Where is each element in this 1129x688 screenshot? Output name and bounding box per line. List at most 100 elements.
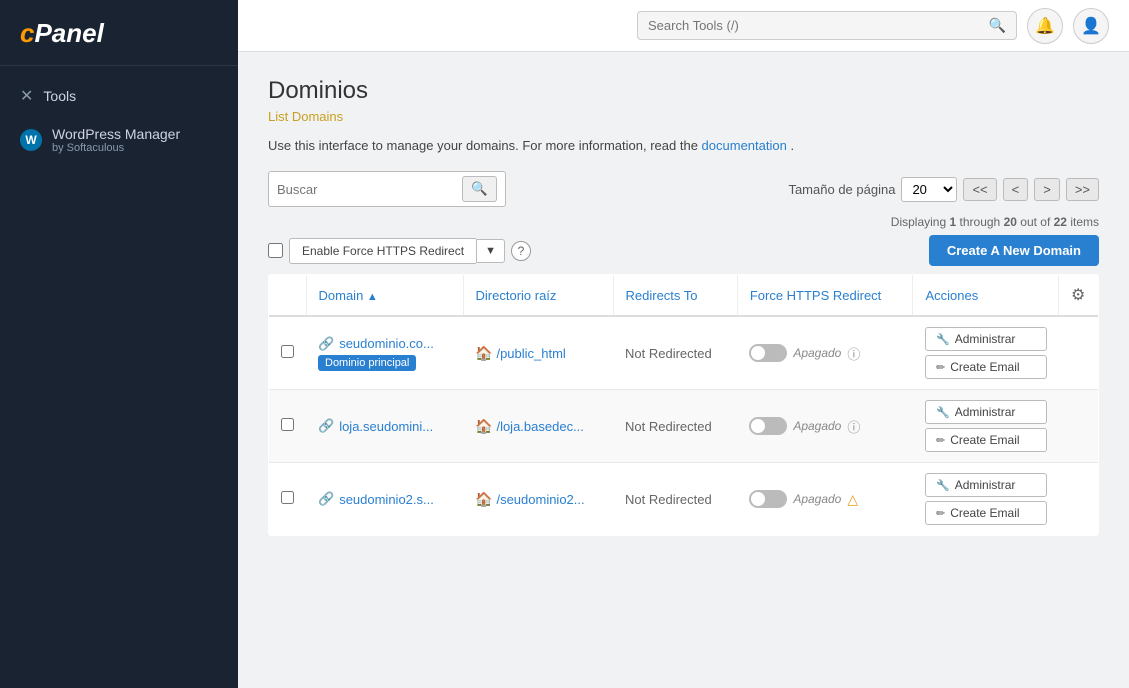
wrench-icon: 🔧 [936, 333, 950, 346]
row2-administrar-button[interactable]: 🔧 Administrar [925, 400, 1047, 424]
row1-create-email-button[interactable]: ✏ Create Email [925, 355, 1047, 379]
th-redirects: Redirects To [613, 275, 737, 317]
wordpress-label-block: WordPress Manager by Softaculous [52, 126, 180, 154]
nav-last-button[interactable]: >> [1066, 178, 1099, 201]
row1-checkbox-cell [269, 316, 307, 390]
th-domain-label: Domain [319, 288, 367, 303]
row1-info-icon[interactable]: ⓘ [847, 344, 860, 363]
table-row: 🔗 loja.seudomini... 🏠 /loja.basedec... N… [269, 390, 1099, 463]
row3-toggle-cell: Apagado △ [737, 463, 913, 536]
row1-redirects-text: Not Redirected [625, 346, 712, 361]
row3-toggle[interactable] [749, 490, 787, 508]
row2-domain-link[interactable]: 🔗 loja.seudomini... [318, 418, 451, 434]
row2-info-icon[interactable]: ⓘ [847, 417, 860, 436]
row3-domain-link[interactable]: 🔗 seudominio2.s... [318, 491, 451, 507]
row3-domain-text: seudominio2.s... [339, 492, 434, 507]
header: 🔍 🔔 👤 [238, 0, 1129, 52]
row2-redirects-text: Not Redirected [625, 419, 712, 434]
https-dropdown-button[interactable]: ▼ [476, 239, 505, 263]
row3-domain-cell: 🔗 seudominio2.s... [306, 463, 463, 536]
help-icon-button[interactable]: ? [511, 241, 531, 261]
action-bar-left: Enable Force HTTPS Redirect ▼ ? [268, 238, 531, 264]
enable-https-button[interactable]: Enable Force HTTPS Redirect [289, 238, 476, 264]
search-icon[interactable]: 🔍 [989, 17, 1006, 34]
action-bar: Enable Force HTTPS Redirect ▼ ? Create A… [268, 235, 1099, 266]
row1-toggle[interactable] [749, 344, 787, 362]
row2-gear-cell [1059, 390, 1099, 463]
domain-search-field[interactable]: 🔍 [268, 171, 506, 207]
row3-directory-link[interactable]: 🏠 /seudominio2... [475, 491, 601, 508]
domain-search-input[interactable] [277, 182, 457, 197]
row1-actions: 🔧 Administrar ✏ Create Email [925, 327, 1047, 379]
sort-arrow-icon: ▲ [367, 291, 378, 303]
display-range-end: 20 [1004, 215, 1017, 229]
description-text: Use this interface to manage your domain… [268, 138, 702, 153]
th-domain[interactable]: Domain ▲ [306, 275, 463, 317]
row1-administrar-label: Administrar [955, 332, 1016, 346]
bell-icon: 🔔 [1035, 16, 1055, 36]
display-total: 22 [1054, 215, 1067, 229]
row1-domain-text: seudominio.co... [339, 336, 434, 351]
nav-next-button[interactable]: > [1034, 178, 1060, 201]
documentation-link[interactable]: documentation [702, 138, 787, 153]
display-suffix: items [1070, 215, 1099, 229]
th-redirects-label: Redirects To [626, 288, 698, 303]
home-icon: 🏠 [475, 345, 492, 362]
row1-checkbox[interactable] [281, 345, 294, 358]
row1-gear-cell [1059, 316, 1099, 390]
breadcrumb[interactable]: List Domains [268, 109, 343, 124]
create-domain-button[interactable]: Create A New Domain [929, 235, 1099, 266]
external-link-icon: 🔗 [318, 491, 334, 507]
nav-prev-button[interactable]: < [1003, 178, 1029, 201]
row2-actions: 🔧 Administrar ✏ Create Email [925, 400, 1047, 452]
notifications-button[interactable]: 🔔 [1027, 8, 1063, 44]
row3-checkbox[interactable] [281, 491, 294, 504]
row1-domain-link[interactable]: 🔗 seudominio.co... [318, 336, 451, 352]
nav-first-button[interactable]: << [963, 178, 996, 201]
row2-create-email-button[interactable]: ✏ Create Email [925, 428, 1047, 452]
page-size-select[interactable]: 10 20 50 100 [901, 177, 957, 202]
row2-checkbox[interactable] [281, 418, 294, 431]
row3-administrar-button[interactable]: 🔧 Administrar [925, 473, 1047, 497]
search-bar[interactable]: 🔍 [637, 11, 1017, 40]
sidebar-item-tools-label: Tools [43, 88, 76, 104]
th-acciones-label: Acciones [925, 288, 978, 303]
wrench-icon: 🔧 [936, 406, 950, 419]
sidebar-item-tools[interactable]: ✕ Tools [0, 76, 238, 116]
search-input[interactable] [648, 18, 981, 33]
description-end: . [790, 138, 794, 153]
row1-domain-cell: 🔗 seudominio.co... Dominio principal [306, 316, 463, 390]
row2-domain-text: loja.seudomini... [339, 419, 433, 434]
external-link-icon: 🔗 [318, 336, 334, 352]
row1-directory-link[interactable]: 🏠 /public_html [475, 345, 601, 362]
row3-redirects-cell: Not Redirected [613, 463, 737, 536]
display-info: Displaying 1 through 20 out of 22 items [268, 215, 1099, 229]
user-button[interactable]: 👤 [1073, 8, 1109, 44]
display-info-text: Displaying [891, 215, 950, 229]
gear-icon[interactable]: ⚙ [1071, 287, 1085, 304]
pencil-icon: ✏ [936, 361, 945, 374]
wrench-icon: 🔧 [936, 479, 950, 492]
row3-create-email-button[interactable]: ✏ Create Email [925, 501, 1047, 525]
tools-icon: ✕ [20, 86, 33, 106]
row1-principal-badge: Dominio principal [318, 355, 416, 371]
th-gear[interactable]: ⚙ [1059, 275, 1099, 317]
th-directorio: Directorio raíz [463, 275, 613, 317]
sidebar-item-wordpress[interactable]: W WordPress Manager by Softaculous [0, 116, 238, 164]
row2-toggle[interactable] [749, 417, 787, 435]
wordpress-icon: W [20, 129, 42, 151]
sidebar-nav: ✕ Tools W WordPress Manager by Softaculo… [0, 66, 238, 174]
select-all-checkbox[interactable] [268, 243, 283, 258]
row2-directory-text: /loja.basedec... [496, 419, 583, 434]
row1-administrar-button[interactable]: 🔧 Administrar [925, 327, 1047, 351]
row3-gear-cell [1059, 463, 1099, 536]
row3-create-email-label: Create Email [950, 506, 1019, 520]
domain-search-button[interactable]: 🔍 [462, 176, 497, 202]
toolbar: 🔍 Tamaño de página 10 20 50 100 << < > >… [268, 171, 1099, 207]
row1-redirects-cell: Not Redirected [613, 316, 737, 390]
page-size-label: Tamaño de página [788, 182, 895, 197]
cpanel-logo: cPanel [20, 18, 104, 48]
row2-directory-link[interactable]: 🏠 /loja.basedec... [475, 418, 601, 435]
home-icon: 🏠 [475, 418, 492, 435]
row3-warn-icon[interactable]: △ [847, 491, 858, 508]
